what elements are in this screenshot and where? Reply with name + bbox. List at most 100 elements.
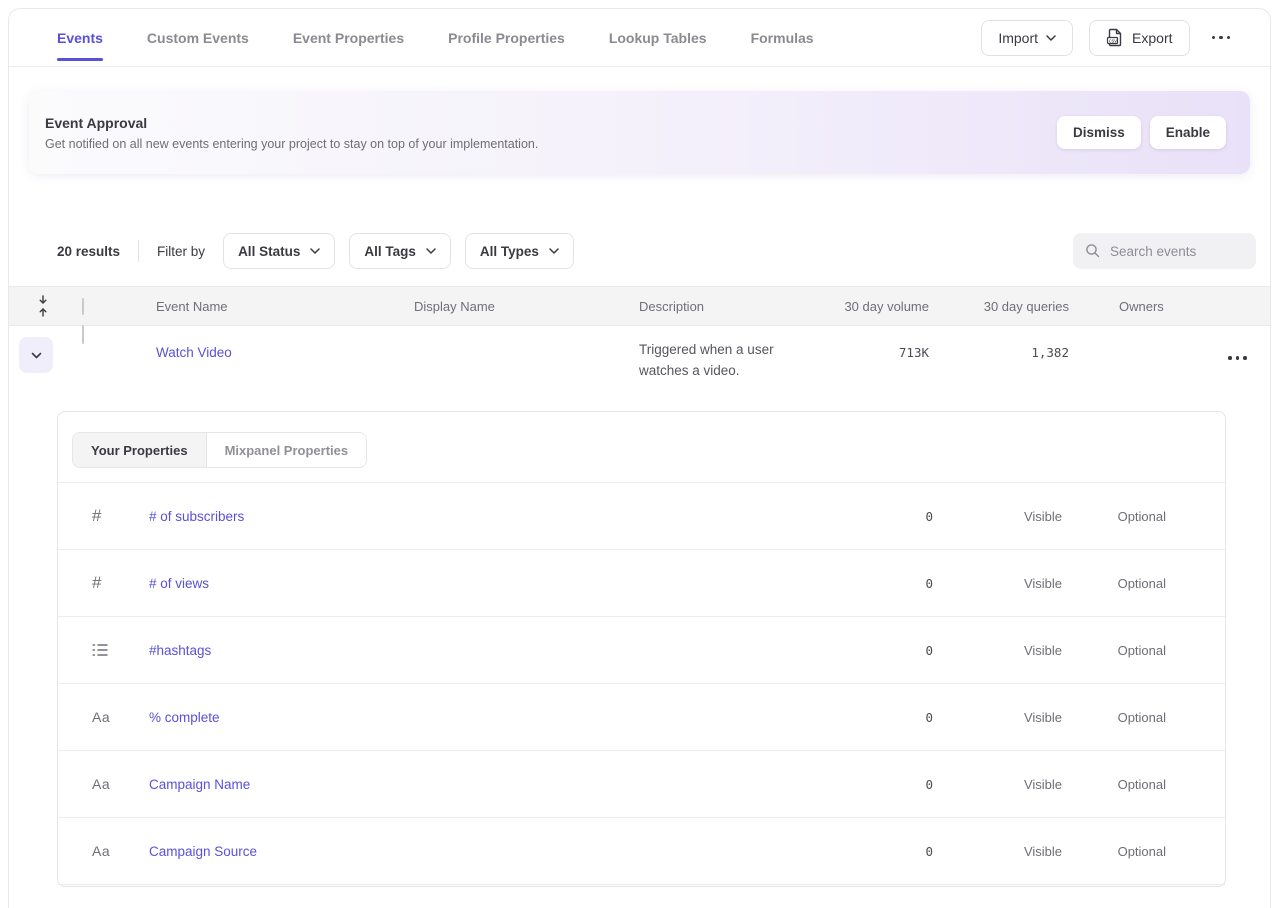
property-row: #hashtags 0 Visible Optional bbox=[58, 617, 1225, 684]
tab-mixpanel-properties[interactable]: Mixpanel Properties bbox=[207, 433, 367, 467]
banner-description: Get notified on all new events entering … bbox=[45, 137, 538, 151]
status-filter-label: All Status bbox=[238, 244, 300, 259]
property-visibility: Visible bbox=[933, 643, 1062, 658]
import-button-label: Import bbox=[998, 30, 1038, 46]
property-count: 0 bbox=[813, 643, 933, 658]
search-box bbox=[1073, 233, 1256, 269]
property-visibility: Visible bbox=[933, 509, 1062, 524]
property-visibility: Visible bbox=[933, 777, 1062, 792]
tags-filter-dropdown[interactable]: All Tags bbox=[349, 233, 451, 269]
property-requirement: Optional bbox=[1062, 576, 1166, 591]
table-header: Event Name Display Name Description 30 d… bbox=[9, 286, 1270, 326]
column-header-owners[interactable]: Owners bbox=[1074, 299, 1194, 314]
chevron-down-icon bbox=[31, 352, 42, 359]
volume-cell: 713K bbox=[804, 326, 934, 411]
text-property-icon: Aa bbox=[92, 709, 149, 725]
column-header-volume[interactable]: 30 day volume bbox=[804, 299, 934, 314]
collapse-all-icon[interactable] bbox=[9, 294, 77, 318]
property-name-link[interactable]: # of views bbox=[149, 576, 813, 591]
property-name-link[interactable]: Campaign Source bbox=[149, 844, 813, 859]
select-all-checkbox[interactable] bbox=[82, 298, 84, 315]
filter-by-label: Filter by bbox=[157, 244, 205, 259]
tab-event-properties[interactable]: Event Properties bbox=[293, 9, 404, 66]
property-visibility: Visible bbox=[933, 844, 1062, 859]
property-requirement: Optional bbox=[1062, 509, 1166, 524]
nav-tabs: Events Custom Events Event Properties Pr… bbox=[57, 9, 814, 66]
owners-cell bbox=[1074, 326, 1194, 411]
divider bbox=[138, 240, 139, 262]
types-filter-dropdown[interactable]: All Types bbox=[465, 233, 574, 269]
row-more-options-icon[interactable] bbox=[1222, 350, 1253, 366]
row-checkbox[interactable] bbox=[82, 325, 84, 344]
property-row: Aa Campaign Source 0 Visible Optional bbox=[58, 818, 1225, 885]
column-header-description[interactable]: Description bbox=[622, 299, 804, 314]
property-row: Aa Campaign Name 0 Visible Optional bbox=[58, 751, 1225, 818]
banner-text: Event Approval Get notified on all new e… bbox=[29, 115, 538, 151]
status-filter-dropdown[interactable]: All Status bbox=[223, 233, 335, 269]
property-requirement: Optional bbox=[1062, 643, 1166, 658]
tab-events[interactable]: Events bbox=[57, 9, 103, 66]
chevron-down-icon bbox=[310, 248, 320, 254]
property-visibility: Visible bbox=[933, 710, 1062, 725]
property-count: 0 bbox=[813, 777, 933, 792]
results-count: 20 results bbox=[57, 244, 120, 259]
numeric-property-icon: # bbox=[92, 573, 149, 593]
event-approval-banner: Event Approval Get notified on all new e… bbox=[29, 91, 1250, 174]
banner-actions: Dismiss Enable bbox=[1057, 116, 1250, 149]
list-property-icon bbox=[92, 643, 149, 657]
property-name-link[interactable]: % complete bbox=[149, 710, 813, 725]
enable-button[interactable]: Enable bbox=[1150, 116, 1226, 149]
property-count: 0 bbox=[813, 710, 933, 725]
top-nav: Events Custom Events Event Properties Pr… bbox=[9, 9, 1270, 67]
export-button[interactable]: csv Export bbox=[1089, 20, 1189, 56]
property-row: # # of views 0 Visible Optional bbox=[58, 550, 1225, 617]
csv-file-icon: csv bbox=[1106, 28, 1124, 47]
property-name-link[interactable]: #hashtags bbox=[149, 643, 813, 658]
column-header-event-name[interactable]: Event Name bbox=[139, 299, 397, 314]
text-property-icon: Aa bbox=[92, 843, 149, 859]
queries-cell: 1,382 bbox=[934, 326, 1074, 411]
tab-custom-events[interactable]: Custom Events bbox=[147, 9, 249, 66]
collapse-row-button[interactable] bbox=[19, 337, 53, 373]
types-filter-label: All Types bbox=[480, 244, 539, 259]
property-name-link[interactable]: Campaign Name bbox=[149, 777, 813, 792]
property-count: 0 bbox=[813, 844, 933, 859]
property-name-link[interactable]: # of subscribers bbox=[149, 509, 813, 524]
event-name-link[interactable]: Watch Video bbox=[139, 326, 397, 411]
property-requirement: Optional bbox=[1062, 710, 1166, 725]
filter-bar: 20 results Filter by All Status All Tags… bbox=[9, 233, 1270, 269]
property-row: # # of subscribers 0 Visible Optional bbox=[58, 483, 1225, 550]
tab-profile-properties[interactable]: Profile Properties bbox=[448, 9, 565, 66]
tab-lookup-tables[interactable]: Lookup Tables bbox=[609, 9, 707, 66]
property-requirement: Optional bbox=[1062, 844, 1166, 859]
chevron-down-icon bbox=[1046, 35, 1056, 41]
display-name-cell bbox=[397, 326, 622, 411]
table-row: Watch Video Triggered when a user watche… bbox=[9, 326, 1270, 411]
description-cell: Triggered when a user watches a video. bbox=[622, 326, 804, 411]
chevron-down-icon bbox=[549, 248, 559, 254]
search-icon bbox=[1085, 243, 1101, 259]
chevron-down-icon bbox=[426, 248, 436, 254]
column-header-queries[interactable]: 30 day queries bbox=[934, 299, 1074, 314]
text-property-icon: Aa bbox=[92, 776, 149, 792]
dismiss-button[interactable]: Dismiss bbox=[1057, 116, 1141, 149]
properties-tabs: Your Properties Mixpanel Properties bbox=[72, 432, 367, 468]
property-count: 0 bbox=[813, 576, 933, 591]
import-button[interactable]: Import bbox=[981, 20, 1073, 56]
property-visibility: Visible bbox=[933, 576, 1062, 591]
nav-actions: Import csv Export bbox=[981, 20, 1240, 56]
more-options-icon[interactable] bbox=[1206, 30, 1237, 46]
property-requirement: Optional bbox=[1062, 777, 1166, 792]
export-button-label: Export bbox=[1132, 30, 1172, 46]
search-input[interactable] bbox=[1110, 244, 1240, 259]
svg-text:csv: csv bbox=[1109, 38, 1117, 44]
property-row: Aa % complete 0 Visible Optional bbox=[58, 684, 1225, 751]
tab-formulas[interactable]: Formulas bbox=[751, 9, 814, 66]
column-header-display-name[interactable]: Display Name bbox=[397, 299, 622, 314]
tags-filter-label: All Tags bbox=[364, 244, 416, 259]
filter-dropdowns: All Status All Tags All Types bbox=[223, 233, 574, 269]
properties-panel: Your Properties Mixpanel Properties # # … bbox=[57, 411, 1226, 887]
tab-your-properties[interactable]: Your Properties bbox=[73, 433, 207, 467]
content-card: Events Custom Events Event Properties Pr… bbox=[8, 8, 1271, 908]
banner-title: Event Approval bbox=[45, 115, 538, 131]
